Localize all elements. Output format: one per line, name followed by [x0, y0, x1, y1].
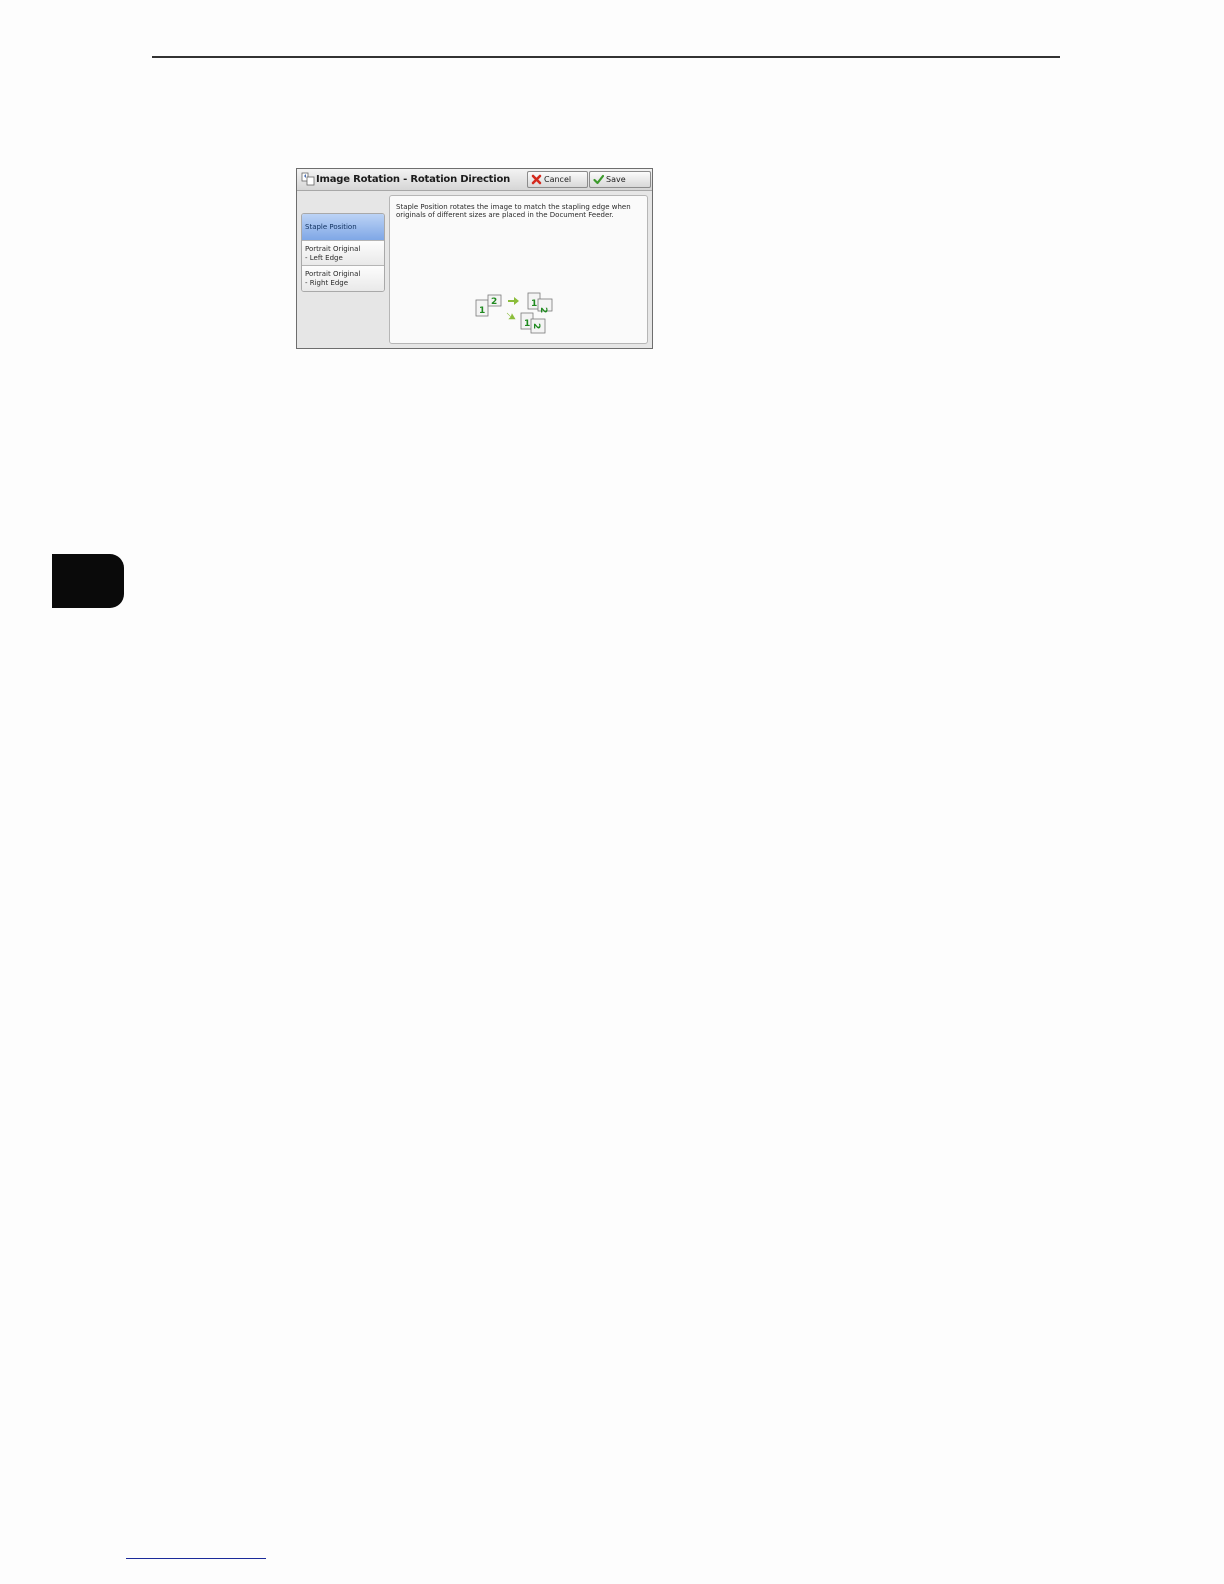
page-number: 1 [479, 306, 485, 316]
option-portrait-right-edge[interactable]: Portrait Original - Right Edge [302, 266, 384, 291]
close-icon [531, 174, 542, 185]
arrow-down-right-icon [506, 312, 516, 320]
description-panel: Staple Position rotates the image to mat… [389, 195, 648, 344]
image-rotation-dialog: Image Rotation - Rotation Direction Canc… [296, 168, 653, 349]
dialog-titlebar: Image Rotation - Rotation Direction Canc… [297, 169, 652, 191]
rotation-illustration: 1 2 1 2 1 2 [475, 292, 553, 334]
page-number: 1 [524, 319, 530, 329]
rotation-option-list: Staple Position Portrait Original - Left… [301, 213, 385, 292]
page-number-rotated: 2 [531, 323, 541, 329]
arrow-right-icon [508, 297, 519, 305]
page-number: 2 [491, 297, 497, 307]
dialog-title: Image Rotation - Rotation Direction [316, 174, 511, 185]
cancel-button-label: Cancel [544, 175, 572, 184]
option-portrait-left-edge[interactable]: Portrait Original - Left Edge [302, 241, 384, 266]
page-number-rotated: 2 [538, 307, 548, 313]
cancel-button[interactable]: Cancel [527, 171, 588, 188]
save-button-label: Save [606, 175, 626, 184]
option-staple-position[interactable]: Staple Position [302, 214, 384, 241]
check-icon [593, 174, 604, 185]
page-top-rule [152, 56, 1060, 58]
description-text: Staple Position rotates the image to mat… [396, 203, 631, 219]
chapter-tab [52, 554, 124, 608]
page-number: 1 [531, 299, 537, 309]
save-button[interactable]: Save [589, 171, 651, 188]
rotation-direction-icon [301, 172, 315, 186]
page-footer-link-rule [126, 1558, 266, 1559]
